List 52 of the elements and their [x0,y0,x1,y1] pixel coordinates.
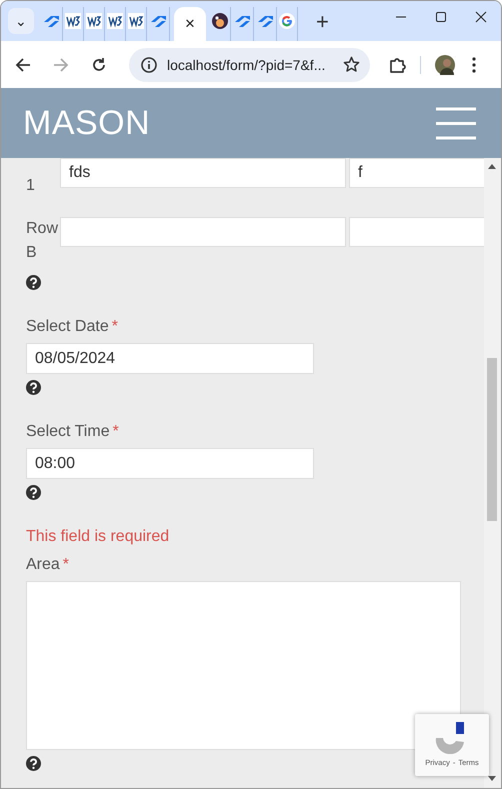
browser-tab[interactable] [126,7,147,41]
info-icon[interactable] [141,56,157,72]
address-bar[interactable]: localhost/form/?pid=7&f... [129,48,370,82]
browser-tab[interactable]: × [174,7,206,41]
input-field[interactable]: f [349,158,484,188]
arrows-icon [256,13,274,29]
input-field[interactable] [60,217,346,247]
avatar-icon[interactable] [435,54,455,74]
puzzle-icon[interactable] [389,56,407,74]
new-tab-button[interactable]: + [312,9,333,35]
scroll-up-icon[interactable] [488,164,496,169]
required-mark: * [112,318,118,336]
scroll-down-icon[interactable] [488,776,496,781]
browser-tab[interactable] [210,7,231,41]
close-icon[interactable] [475,11,487,23]
back-icon[interactable] [15,56,31,72]
input-field[interactable]: 08:00 [26,448,314,479]
help-icon[interactable] [26,485,41,500]
field-label: Area [26,556,60,574]
close-tab-button[interactable]: × [185,14,195,34]
url-text[interactable]: localhost/form/?pid=7&f... [167,56,343,72]
browser-tab[interactable] [63,7,84,41]
tab-list-button[interactable]: ⌄ [8,8,34,34]
site-title: MASON [23,104,150,142]
row-label: 1 [26,176,36,196]
maximize-icon[interactable] [435,11,447,23]
stripes-icon [86,13,102,29]
star-icon[interactable] [343,56,360,73]
planet-icon [212,13,228,29]
help-icon[interactable] [26,275,41,290]
required-mark: * [62,556,70,574]
field-label: Select Time [26,423,110,441]
row-label: Row B [26,219,60,263]
scrollbar-thumb[interactable] [487,358,497,521]
stripes-icon [65,13,81,29]
browser-tab[interactable] [84,7,105,41]
input-field[interactable]: fds [60,158,346,188]
reload-icon[interactable] [91,56,107,72]
arrows-icon [149,13,167,29]
stripes-icon [128,13,144,29]
required-mark: * [112,423,119,441]
browser-tab[interactable] [105,7,126,41]
error-message: This field is required [26,528,170,546]
menu-icon[interactable] [472,56,476,72]
help-icon[interactable] [26,756,41,771]
input-field[interactable]: 08/05/2024 [26,343,314,374]
google-icon [279,13,295,29]
stripes-icon [107,13,123,29]
help-icon[interactable] [26,380,41,395]
field-label: Select Date [26,318,109,336]
arrows-icon [42,13,60,29]
arrows-icon [233,13,251,29]
